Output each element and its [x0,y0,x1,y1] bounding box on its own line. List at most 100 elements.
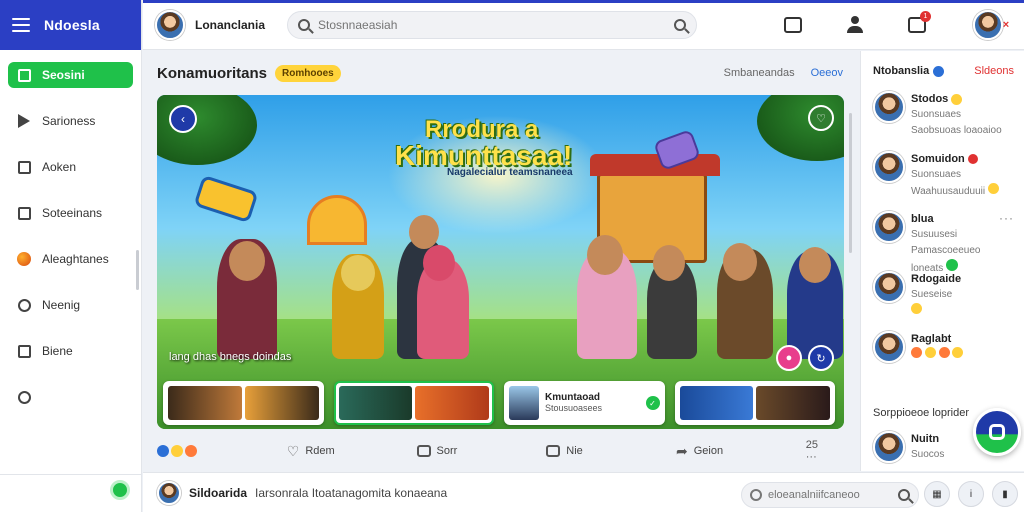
close-icon[interactable]: × [1003,19,1009,31]
search-icon[interactable] [898,489,910,501]
info-button[interactable]: i [958,481,984,507]
messages-button[interactable] [782,14,804,36]
sidebar-item-videos[interactable]: Sarioness [8,108,133,134]
hero-caption: lang dhas bnegs doindas [169,351,292,363]
header-link-secondary[interactable]: Smbaneandas [724,67,795,79]
avatar[interactable] [873,91,905,123]
square-icon [546,445,561,457]
love-reaction-icon [185,445,197,457]
refresh-icon[interactable]: ↻ [808,345,834,371]
search-submit-icon[interactable] [674,18,686,31]
list-item[interactable]: Stodos Suonsuaes Saobsuoas loaoaioo [861,91,1024,151]
list-item[interactable]: Raglabt [861,331,1024,391]
thumbnail-image [509,386,539,420]
thumbnail-image [244,386,319,420]
action-label: Rdem [305,445,335,457]
avatar[interactable] [873,431,905,463]
bottom-search[interactable] [741,482,919,508]
avatar[interactable] [155,9,185,40]
gallery-button[interactable]: ▦ [924,481,950,507]
bookmark-icon [16,205,32,221]
search-input[interactable] [318,17,666,32]
bottom-bar: Sildoarida Iarsonrala Itoatanagomita kon… [143,472,1024,512]
save-button[interactable]: Nie [546,445,676,457]
bottom-search-input[interactable] [768,489,892,501]
thumbnail-image [415,386,489,420]
sidebar-item-label: Biene [42,344,73,358]
emoji-icon [911,347,922,358]
hero-subtitle: Nagalecialur teamsnaneea [447,167,573,178]
check-icon [946,259,959,271]
person-extra-text: Waahuusauduuii [911,186,986,197]
search-bar[interactable] [287,10,697,39]
bottom-user-name: Sildoarida [189,485,248,500]
hero-media[interactable]: Rrodura a Kimunttasaa! Nagalecialur team… [157,95,844,429]
list-item[interactable]: blua Susuusesi Pamascoeeueo loneats ··· [861,211,1024,274]
online-status-icon[interactable] [110,479,130,500]
share-button[interactable]: ➦ Geion [676,443,806,460]
top-icons: 1 × [782,0,1024,50]
feed-scrollbar[interactable] [849,113,852,253]
chat-fab-button[interactable] [973,408,1021,456]
thumbnail-strip: Kmuntaoad Stousuoasees ✓ [163,381,835,425]
avatar[interactable] [873,151,905,183]
sidebar-item-fruit[interactable]: Aleaghtanes [8,246,133,272]
sidebar-item-list[interactable]: Biene [8,338,133,364]
notification-badge: 1 [920,11,931,22]
flying-car-graphic [193,174,259,224]
person-name: Raglabt [911,333,952,345]
person-status: Suonsuaes [911,109,962,120]
notifications-button[interactable]: 1 [906,11,931,36]
react-button[interactable]: ♡ Rdem [287,443,417,460]
smile-emoji-icon [911,303,922,314]
person-info: Somuidon Suonsuaes Waahuusauduuii [911,151,1014,200]
sidebar-item-recent[interactable]: Neenig [8,292,133,318]
sidebar-scrollbar[interactable] [136,250,139,290]
person-head [799,247,831,283]
header-link-primary[interactable]: Oeeov [811,67,843,79]
heart-icon[interactable]: ♡ [808,105,834,131]
person-name: blua [911,213,934,225]
profile-button[interactable] [844,14,866,36]
thumbnail[interactable]: Kmuntaoad Stousuoasees ✓ [504,381,665,425]
sidebar-item-saved[interactable]: Soteeinans [8,200,133,226]
home-icon [16,67,32,83]
record-icon[interactable]: ● [776,345,802,371]
account-menu[interactable]: × [968,10,1014,40]
fruit-icon [16,251,32,267]
hero-headline: Rrodura a Kimunttasaa! [395,117,572,170]
thumbnail[interactable] [163,381,324,425]
avatar[interactable] [157,480,181,505]
avatar[interactable] [972,10,1003,40]
thumbnail-selected[interactable] [333,381,494,425]
person-name: Rdogaide [911,273,962,285]
person-info: Stodos Suonsuaes Saobsuoas loaoaioo [911,91,1014,139]
back-arrow-icon[interactable]: ‹ [169,105,197,133]
avatar[interactable] [873,331,905,363]
avatar[interactable] [873,271,905,303]
sidebar-item-grid[interactable]: Aoken [8,154,133,180]
clock-icon [16,297,32,313]
hamburger-menu-icon[interactable] [12,18,30,32]
person-name: Stodos [911,93,949,105]
list-item[interactable]: Somuidon Suonsuaes Waahuusauduuii [861,151,1024,211]
person-head [723,243,757,281]
attach-button[interactable]: ▮ [992,481,1018,507]
top-user[interactable]: Lonanclania [143,9,283,40]
reaction-count[interactable]: 25 ··· [806,439,844,463]
person-status: Sueseise [911,289,953,300]
list-item[interactable]: Rdogaide Sueseise [861,271,1024,331]
action-label: Nie [566,445,583,457]
thumbnail[interactable] [674,381,835,425]
sidebar-item-home[interactable]: Seosini [8,62,133,88]
reaction-summary[interactable] [157,445,287,457]
comment-button[interactable]: Sorr [416,445,547,457]
right-panel-action[interactable]: Sldeons [974,65,1014,77]
status-badge: Romhooes [275,64,341,82]
more-options-icon[interactable]: ··· [999,211,1014,225]
person-extra: Waahuusauduuii [911,183,1014,200]
avatar[interactable] [873,211,905,243]
palm-tree-graphic [757,95,844,161]
circle-icon [750,489,762,501]
sidebar-item-settings[interactable] [8,384,133,410]
